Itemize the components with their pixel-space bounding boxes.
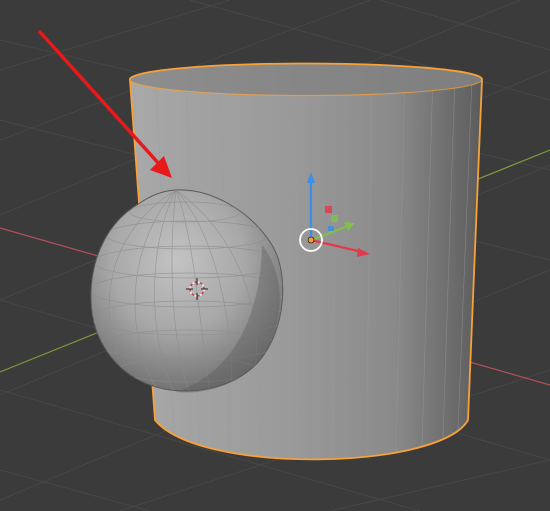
yz-plane-handle[interactable] [325,206,332,213]
viewport-canvas[interactable] [0,0,550,511]
xy-plane-handle[interactable] [328,226,334,231]
3d-viewport[interactable] [0,0,550,511]
xz-plane-handle[interactable] [331,215,338,222]
object-origin-point [307,236,315,244]
